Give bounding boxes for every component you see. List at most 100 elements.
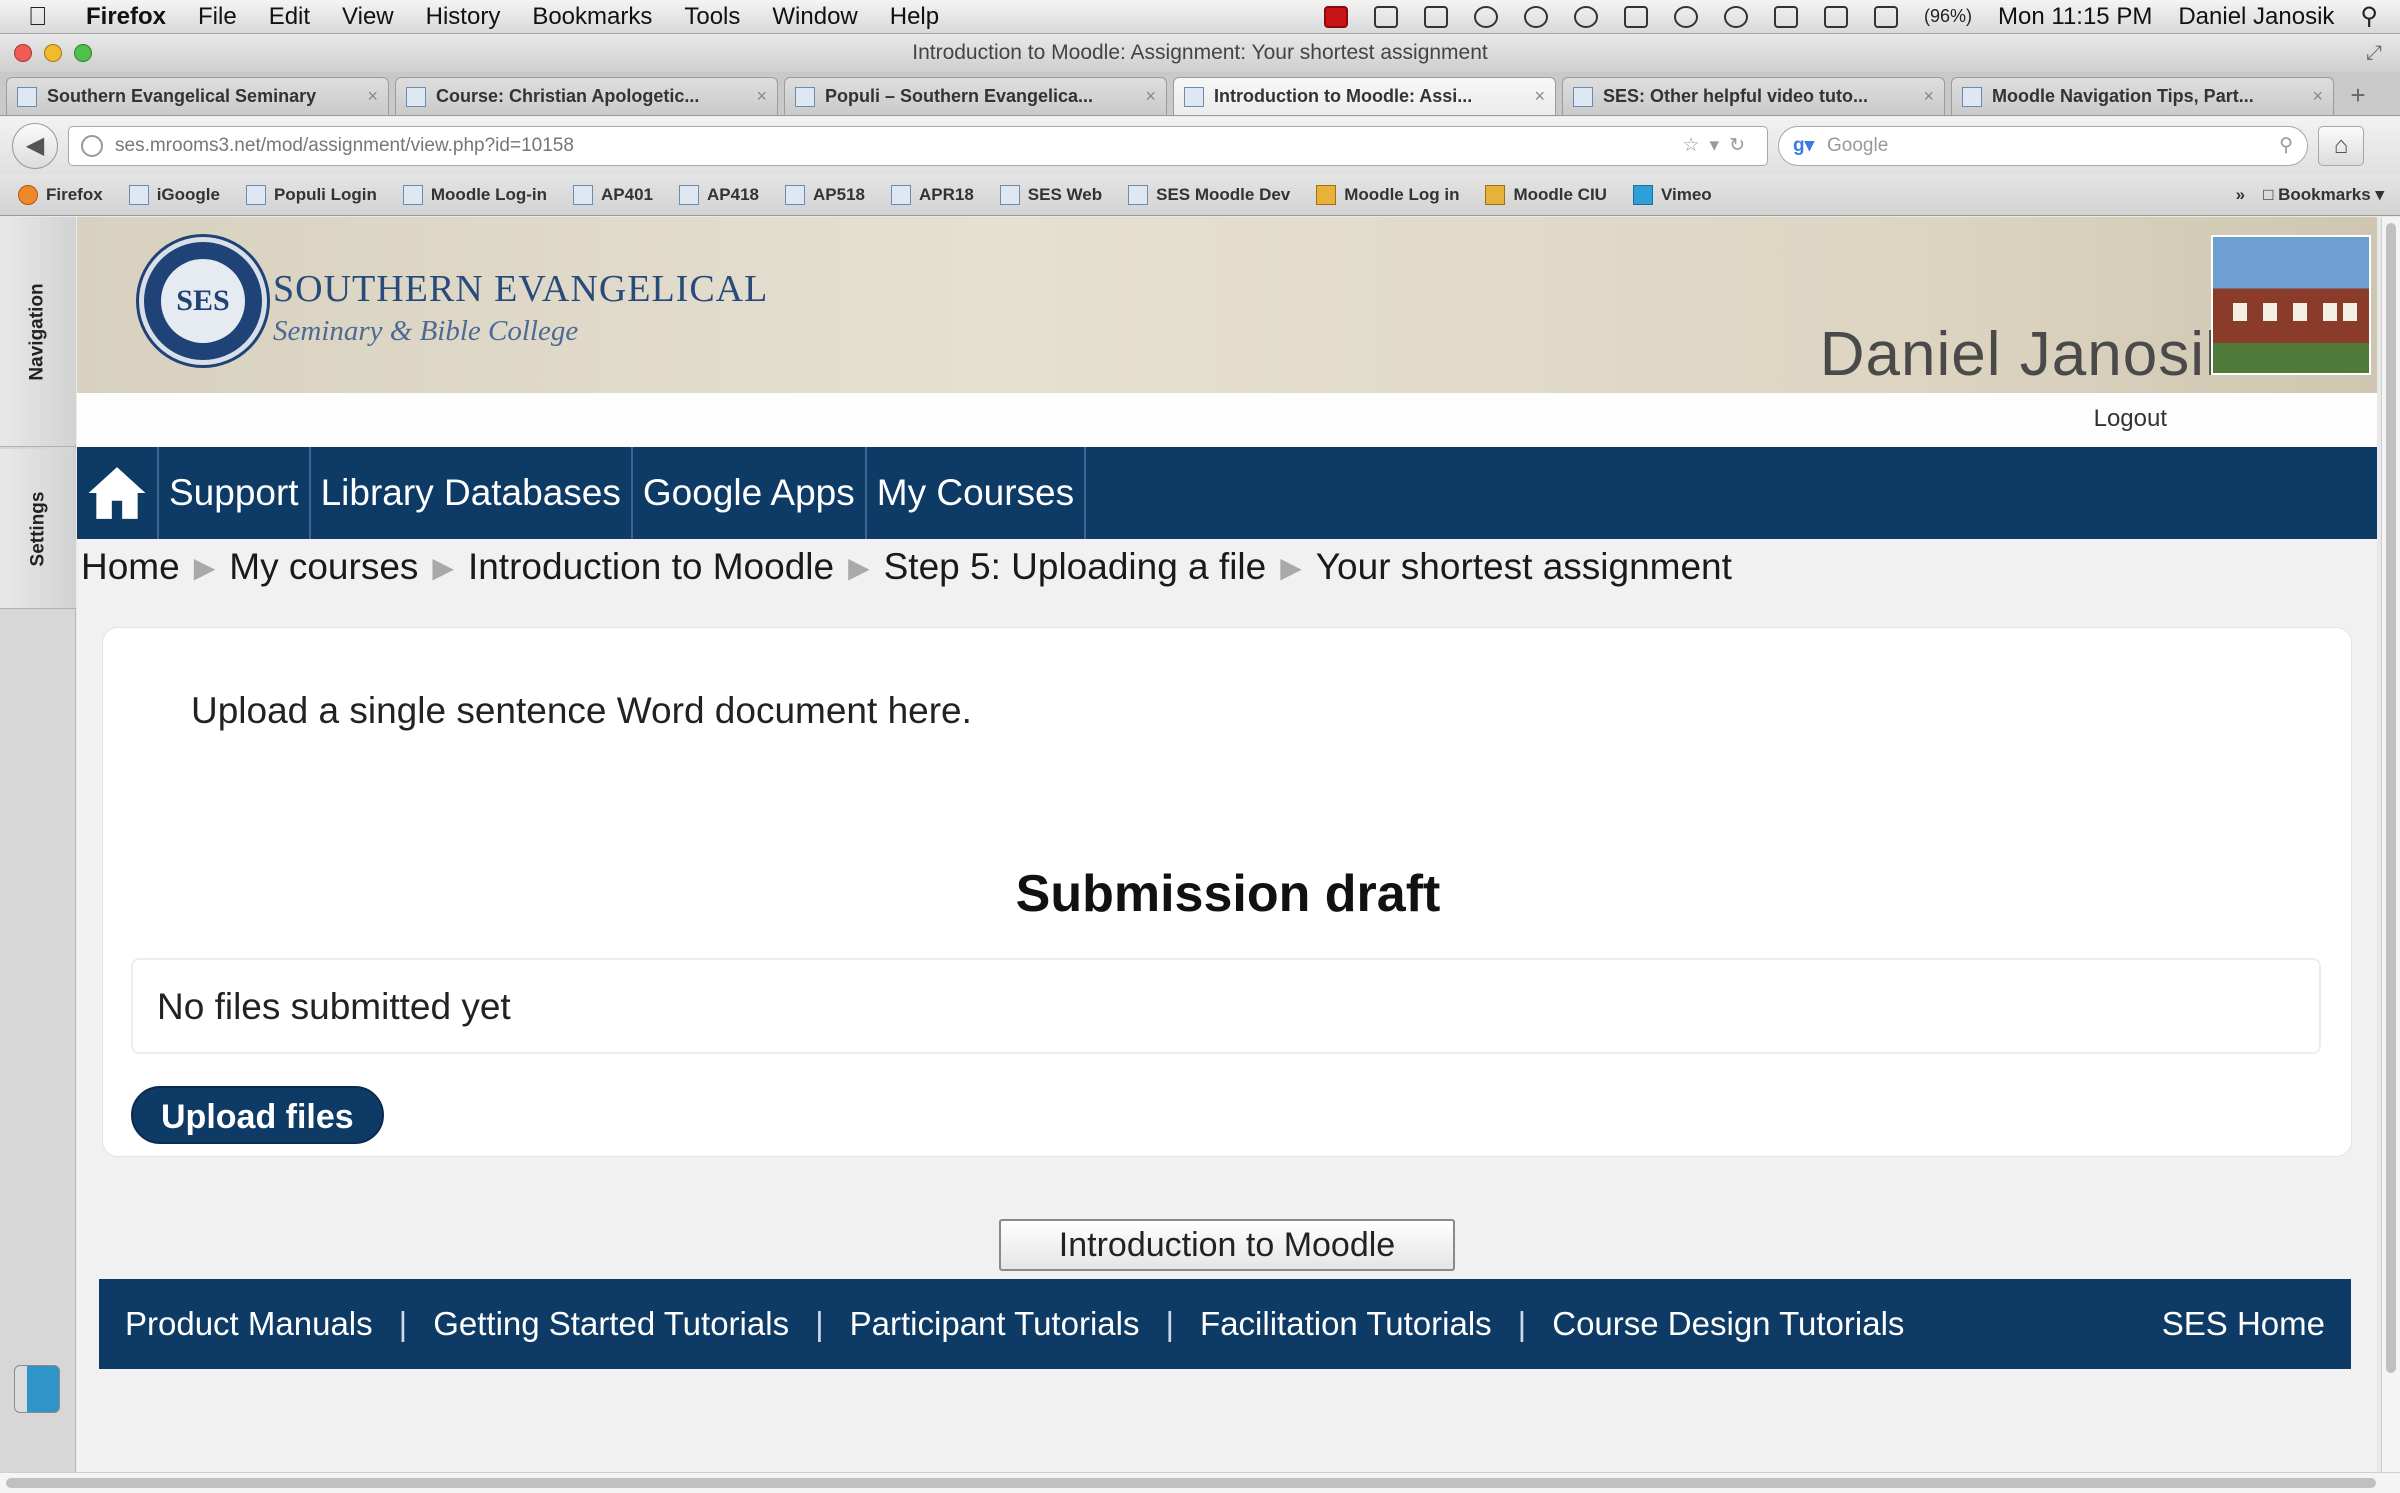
- dock-toggle-icon[interactable]: [14, 1365, 60, 1413]
- menu-history[interactable]: History: [426, 3, 501, 31]
- nav-google-apps[interactable]: Google Apps: [633, 447, 867, 539]
- bookmarks-menu-label: Bookmarks: [2278, 184, 2371, 204]
- menu-file[interactable]: File: [198, 3, 237, 31]
- breadcrumb-course[interactable]: Introduction to Moodle: [468, 546, 834, 588]
- home-button[interactable]: ⌂: [2318, 125, 2364, 166]
- tab-label: Introduction to Moodle: Assi...: [1214, 86, 1473, 106]
- bookmark-vimeo[interactable]: Vimeo: [1632, 184, 1712, 205]
- footer-getting-started[interactable]: Getting Started Tutorials: [433, 1305, 789, 1343]
- vertical-scrollbar[interactable]: [2381, 217, 2400, 1472]
- bookmarks-overflow-button[interactable]: »: [2236, 185, 2245, 205]
- nav-support[interactable]: Support: [159, 447, 311, 539]
- copy-icon[interactable]: [1424, 5, 1448, 28]
- menu-help[interactable]: Help: [890, 3, 939, 31]
- horizontal-scroll-thumb[interactable]: [6, 1478, 2376, 1488]
- screen-icon[interactable]: [1374, 5, 1398, 28]
- tab-close-icon[interactable]: ×: [367, 86, 378, 107]
- tab-southern-evangelical[interactable]: Southern Evangelical Seminary ×: [6, 77, 389, 115]
- menu-user[interactable]: Daniel Janosik: [2178, 3, 2334, 31]
- vertical-scroll-thumb[interactable]: [2386, 223, 2396, 1373]
- bookmark-ses-moodle-dev[interactable]: SES Moodle Dev: [1128, 184, 1290, 205]
- breadcrumb-section[interactable]: Step 5: Uploading a file: [884, 546, 1267, 588]
- settings-tab[interactable]: Settings: [0, 449, 76, 609]
- home-nav-button[interactable]: [77, 447, 159, 539]
- search-placeholder[interactable]: Google: [1819, 135, 2279, 157]
- fullscreen-icon[interactable]: ⤢: [2366, 42, 2382, 65]
- bookmark-label: AP418: [707, 184, 759, 204]
- tab-introduction-to-moodle[interactable]: Introduction to Moodle: Assi... ×: [1173, 77, 1556, 115]
- url-bar[interactable]: ses.mrooms3.net/mod/assignment/view.php?…: [68, 125, 1768, 166]
- bluetooth-icon[interactable]: [1674, 5, 1698, 28]
- footer-product-manuals[interactable]: Product Manuals: [125, 1305, 373, 1343]
- volume-icon[interactable]: [1774, 5, 1798, 28]
- tab-course-apologetics[interactable]: Course: Christian Apologetic... ×: [395, 77, 778, 115]
- tab-populi[interactable]: Populi – Southern Evangelica... ×: [784, 77, 1167, 115]
- footer-participant-tutorials[interactable]: Participant Tutorials: [850, 1305, 1140, 1343]
- tab-favicon-icon: [795, 86, 815, 107]
- bookmark-igoogle[interactable]: iGoogle: [128, 184, 220, 205]
- menu-view[interactable]: View: [342, 3, 394, 31]
- menu-tools[interactable]: Tools: [684, 3, 740, 31]
- tab-close-icon[interactable]: ×: [2312, 86, 2323, 107]
- close-window-button[interactable]: [14, 44, 32, 62]
- footer-course-design-tutorials[interactable]: Course Design Tutorials: [1552, 1305, 1904, 1343]
- zoom-window-button[interactable]: [74, 44, 92, 62]
- breadcrumb-my-courses[interactable]: My courses: [229, 546, 418, 588]
- url-text[interactable]: ses.mrooms3.net/mod/assignment/view.php?…: [115, 135, 1683, 157]
- battery-icon[interactable]: [1874, 5, 1898, 28]
- wifi-icon[interactable]: [1724, 5, 1748, 28]
- moodle-page: SES SOUTHERN EVANGELICAL Seminary & Bibl…: [77, 217, 2377, 1472]
- nav-library-databases[interactable]: Library Databases: [311, 447, 633, 539]
- bookmark-moodle-ciu[interactable]: Moodle CIU: [1485, 184, 1607, 205]
- search-bar[interactable]: g▾ Google ⚲: [1778, 125, 2308, 166]
- search-icon[interactable]: ⚲: [2279, 134, 2293, 157]
- spotlight-search-icon[interactable]: ⚲: [2360, 2, 2378, 31]
- submission-draft-heading: Submission draft: [1015, 865, 1441, 923]
- navigation-tab[interactable]: Navigation: [0, 217, 76, 447]
- menu-clock[interactable]: Mon 11:15 PM: [1998, 3, 2152, 31]
- bookmark-populi-login[interactable]: Populi Login: [245, 184, 377, 205]
- bookmarks-menu-button[interactable]: □ Bookmarks ▾: [2263, 185, 2384, 205]
- nav-my-courses[interactable]: My Courses: [867, 447, 1087, 539]
- menu-app-firefox[interactable]: Firefox: [86, 3, 166, 31]
- bookmark-moodle-log-in-2[interactable]: Moodle Log in: [1316, 184, 1459, 205]
- horizontal-scrollbar[interactable]: [0, 1472, 2400, 1493]
- menu-edit[interactable]: Edit: [269, 3, 310, 31]
- display-icon[interactable]: [1624, 5, 1648, 28]
- menu-window[interactable]: Window: [772, 3, 857, 31]
- moodle-icon: [1485, 184, 1506, 205]
- upload-files-button[interactable]: Upload files: [131, 1086, 384, 1144]
- bookmark-ses-web[interactable]: SES Web: [999, 184, 1102, 205]
- logout-link[interactable]: Logout: [2094, 405, 2167, 433]
- tab-close-icon[interactable]: ×: [1923, 86, 1934, 107]
- tab-close-icon[interactable]: ×: [1534, 86, 1545, 107]
- bookmark-ap401[interactable]: AP401: [573, 184, 653, 205]
- input-icon[interactable]: [1824, 5, 1848, 28]
- dropbox-icon[interactable]: [1474, 5, 1498, 28]
- ses-seal-logo[interactable]: SES: [139, 237, 267, 365]
- bookmark-moodle-log-in[interactable]: Moodle Log-in: [402, 184, 547, 205]
- sync-icon[interactable]: [1524, 5, 1548, 28]
- tab-ses-videos[interactable]: SES: Other helpful video tuto... ×: [1562, 77, 1945, 115]
- breadcrumb-home[interactable]: Home: [81, 546, 180, 588]
- footer-facilitation-tutorials[interactable]: Facilitation Tutorials: [1200, 1305, 1492, 1343]
- tab-moodle-navigation-tips[interactable]: Moodle Navigation Tips, Part... ×: [1951, 77, 2334, 115]
- google-icon[interactable]: g▾: [1793, 134, 1819, 157]
- tab-close-icon[interactable]: ×: [756, 86, 767, 107]
- bookmark-ap418[interactable]: AP418: [679, 184, 759, 205]
- new-tab-button[interactable]: +: [2340, 77, 2376, 115]
- time-machine-icon[interactable]: [1574, 5, 1598, 28]
- minimize-window-button[interactable]: [44, 44, 62, 62]
- apple-icon[interactable]: : [28, 1, 62, 32]
- record-icon[interactable]: [1324, 5, 1348, 28]
- menu-bookmarks[interactable]: Bookmarks: [532, 3, 652, 31]
- back-button[interactable]: ◀: [12, 122, 58, 169]
- course-return-button[interactable]: Introduction to Moodle: [999, 1219, 1455, 1271]
- bookmark-apr18[interactable]: APR18: [890, 184, 974, 205]
- footer-ses-home[interactable]: SES Home: [2162, 1305, 2325, 1343]
- bookmark-firefox[interactable]: Firefox: [18, 184, 103, 205]
- bookmark-ap518[interactable]: AP518: [785, 184, 865, 205]
- tab-close-icon[interactable]: ×: [1145, 86, 1156, 107]
- bookmark-star-icon[interactable]: ☆▾↻: [1683, 134, 1756, 157]
- site-identity-icon[interactable]: [81, 134, 103, 157]
